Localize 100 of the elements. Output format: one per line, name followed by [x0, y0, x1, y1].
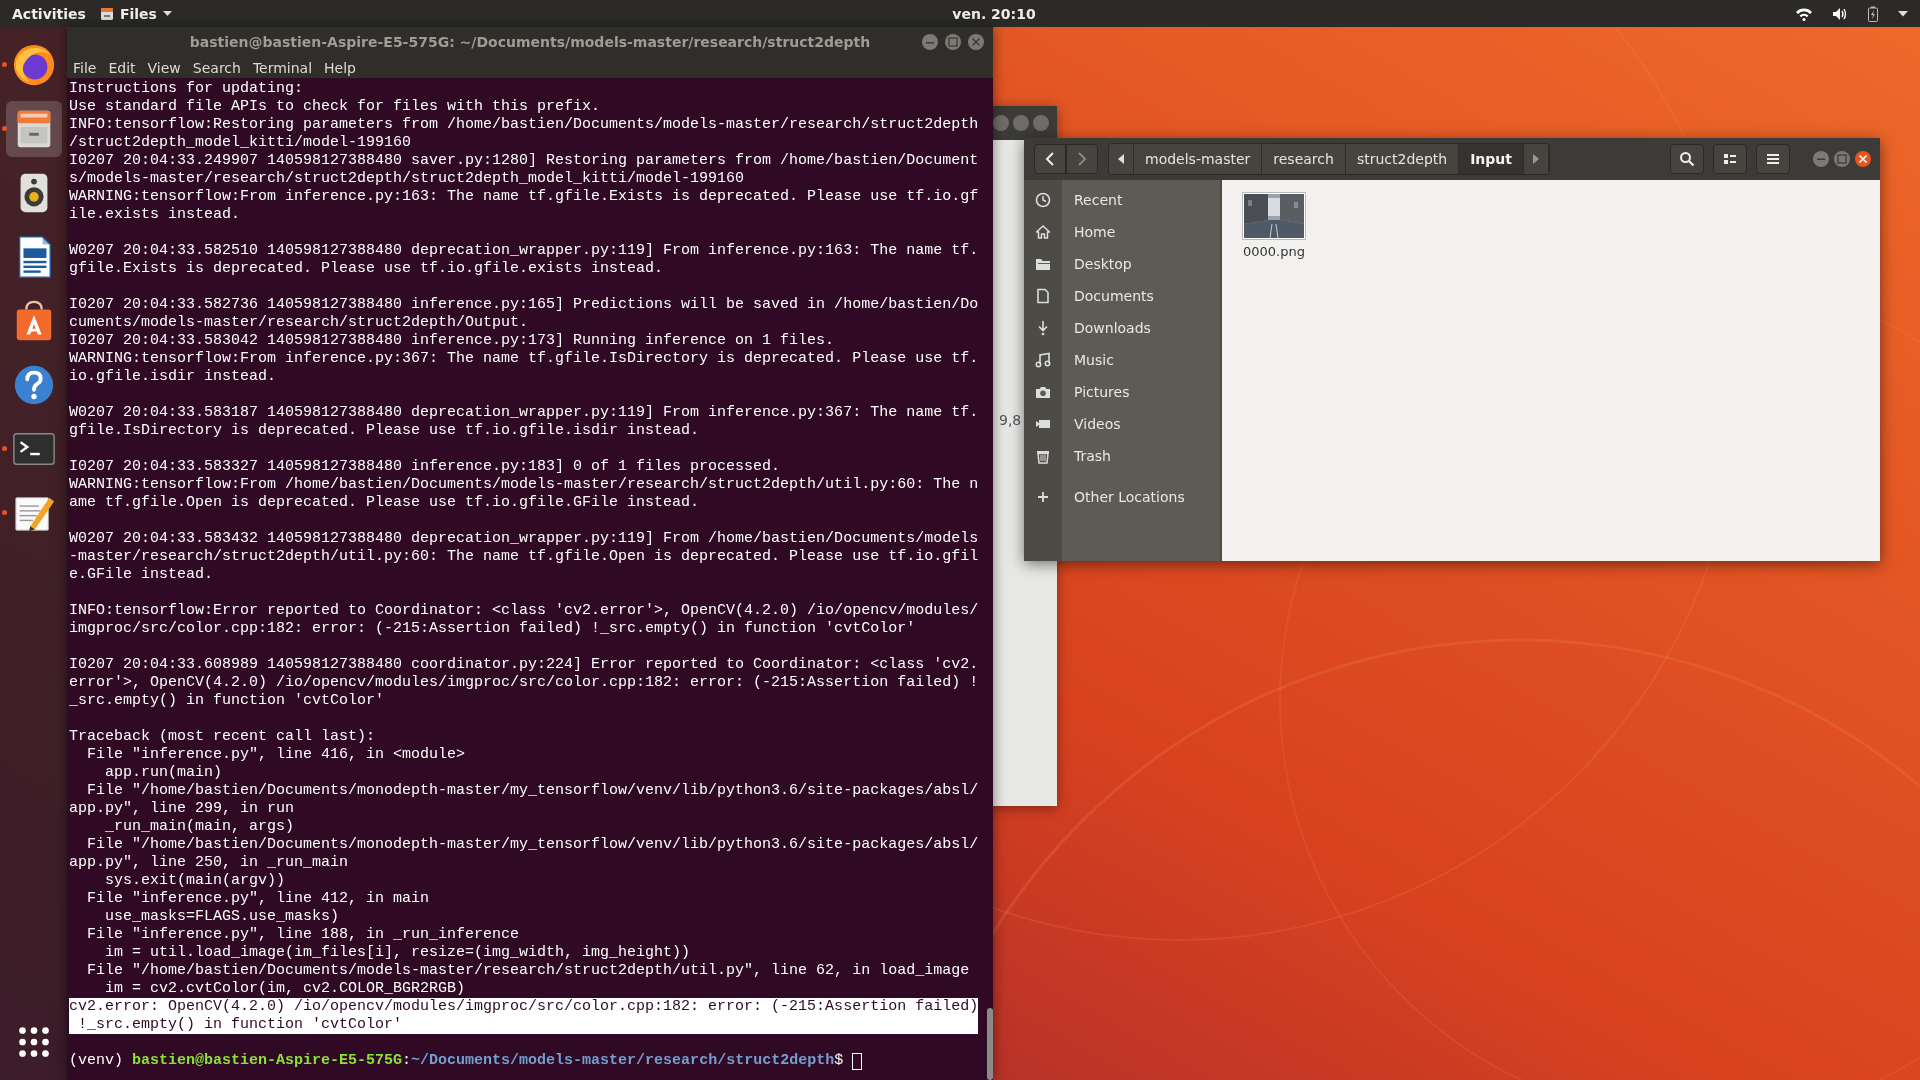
terminal-line: File "inference.py", line 188, in _run_inference [86, 926, 521, 944]
scroll-right-button[interactable] [1524, 144, 1549, 174]
terminal-line: I0207 20:04:33.583327 140598127388480 inference.py:183] 0 of 1 files processed. [69, 458, 782, 476]
terminal-line: W0207 20:04:33.582510 140598127388480 deprecation_wrapper.py:119] From inference.py:163: The name tf. [69, 242, 978, 260]
triangle-right-icon [1533, 154, 1539, 164]
terminal-line: Instructions for updating: [69, 80, 305, 98]
caret-icon [162, 10, 172, 17]
terminal-line: _run_main(main, args) [104, 818, 296, 836]
path-segment[interactable]: Input [1459, 144, 1524, 174]
search-icon [1679, 151, 1695, 167]
camera-icon [1035, 384, 1051, 400]
selected-text: !_src.empty() in function 'cvtColor' [69, 1016, 978, 1034]
terminal-line: I0207 20:04:33.249907 140598127388480 saver.py:1280] Restoring parameters from /home/bastien/Document [69, 152, 978, 170]
chevron-right-icon [1077, 152, 1087, 166]
plus-icon [1035, 489, 1051, 505]
window-title: bastien@bastien-Aspire-E5-575G: ~/Documents/models-master/research/struct2depth [189, 34, 871, 50]
sidebar-item[interactable]: Trash [1024, 440, 1220, 472]
terminal-line: cuments/models-master/research/struct2depth/Output. [69, 314, 530, 332]
clock-icon [1035, 192, 1051, 208]
sidebar-item[interactable]: Music [1024, 344, 1220, 376]
activities-button[interactable]: Activities [12, 5, 86, 22]
terminal-line: gfile.IsDirectory is deprecated. Please use tf.io.gfile.isdir instead. [69, 422, 701, 440]
terminal-line: app.py", line 299, in run [69, 800, 296, 818]
terminal-line: INFO:tensorflow:Error reported to Coordinator: <class 'cv2.error'>, OpenCV(4.2.0) /io/opencv/modules/ [69, 602, 978, 620]
dock-item[interactable] [5, 101, 62, 157]
terminal-line: use_masks=FLAGS.use_masks) [104, 908, 341, 926]
path-segment[interactable]: struct2depth [1345, 144, 1460, 174]
menu-item[interactable]: View [147, 59, 181, 76]
folder-icon [1035, 256, 1051, 272]
volume-icon[interactable] [1832, 6, 1848, 21]
path-segment[interactable]: research [1262, 144, 1346, 174]
sidebar-item[interactable]: Downloads [1024, 312, 1220, 344]
terminal-line: File "/home/bastien/Documents/models-master/research/struct2depth/util.py", line 62, in load_image [86, 962, 971, 980]
terminal-line: File "/home/bastien/Documents/monodepth-master/my_tensorflow/venv/lib/python3.6/site-packages/absl/ [86, 836, 978, 854]
clock[interactable]: ven. 20:10 [884, 5, 1036, 22]
wifi-icon[interactable] [1796, 6, 1812, 21]
file-cabinet-icon [99, 6, 114, 21]
view-button[interactable] [1713, 144, 1747, 174]
maximize-button[interactable] [944, 33, 962, 51]
sidebar-item[interactable]: Documents [1024, 280, 1220, 312]
triangle-left-icon [1118, 154, 1124, 164]
scrollbar-thumb[interactable] [987, 1008, 993, 1080]
minimize-button[interactable] [1812, 150, 1830, 168]
terminal-line: INFO:tensorflow:Restoring parameters from /home/bastien/Documents/models-master/research/struct2depth [69, 116, 978, 134]
menu-item[interactable]: File [73, 59, 97, 76]
sidebar-item[interactable]: Pictures [1024, 376, 1220, 408]
terminal-line: I0207 20:04:33.583042 140598127388480 inference.py:173] Running inference on 1 files. [69, 332, 836, 350]
terminal-line: W0207 20:04:33.583187 140598127388480 deprecation_wrapper.py:119] From inference.py:367: The name tf. [69, 404, 978, 422]
terminal-line: /struct2depth_model_kitti/model-199160 [69, 134, 413, 152]
file-size: 9,8 [999, 412, 1022, 428]
sidebar-item[interactable]: Videos [1024, 408, 1220, 440]
terminal-line: sys.exit(main(argv)) [104, 872, 287, 890]
sidebar-item[interactable]: Home [1024, 216, 1220, 248]
minimize-button[interactable] [993, 115, 1009, 131]
selected-text: cv2.error: OpenCV(4.2.0) /io/opencv/modules/imgproc/src/color.cpp:182: error: (-215:Assertion failed) [69, 998, 978, 1016]
chevron-left-icon [1045, 152, 1055, 166]
terminal-line: ile.exists instead. [69, 206, 242, 224]
sidebar-item[interactable]: Other Locations [1024, 481, 1220, 513]
terminal-line: I0207 20:04:33.582736 140598127388480 inference.py:165] Predictions will be saved in /home/bastien/Do [69, 296, 978, 314]
list-view-icon [1722, 151, 1738, 167]
menu-item[interactable]: Help [324, 59, 356, 76]
terminal-line: _src.empty() in function 'cvtColor' [69, 692, 386, 710]
terminal-line: WARNING:tensorflow:From inference.py:163: The name tf.gfile.Exists is deprecated. Please use tf.io.gf [69, 188, 978, 206]
minimize-button[interactable] [921, 33, 939, 51]
menu-item[interactable]: Search [192, 59, 241, 76]
menu-icon [1765, 151, 1781, 167]
music-note-icon [1035, 352, 1051, 368]
scroll-left-button[interactable] [1109, 144, 1134, 174]
terminal-line: WARNING:tensorflow:From /home/bastien/Documents/models-master/research/struct2depth/util.py:60: The n [69, 476, 978, 494]
terminal-line: WARNING:tensorflow:From inference.py:367: The name tf.gfile.IsDirectory is deprecated. Please use tf. [69, 350, 978, 368]
app-menu-button[interactable]: Files [95, 3, 176, 24]
text-cursor [852, 1052, 863, 1070]
terminal-line: File "inference.py", line 412, in main [86, 890, 431, 908]
terminal-line: Traceback (most recent call last): [69, 728, 377, 746]
close-button[interactable] [1854, 150, 1872, 168]
sidebar-item[interactable]: Desktop [1024, 248, 1220, 280]
search-button[interactable] [1670, 144, 1704, 174]
forward-button[interactable] [1066, 144, 1098, 174]
home-icon [1035, 224, 1051, 240]
path-segment[interactable]: models-master [1134, 144, 1263, 174]
sidebar-item[interactable]: Recent [1024, 184, 1220, 216]
terminal-line: s/models-master/research/struct2depth/struct2depth_model_kitti/model-199160 [69, 170, 746, 188]
terminal-line: W0207 20:04:33.583432 140598127388480 deprecation_wrapper.py:119] From /home/bastien/Documents/models [69, 530, 978, 548]
terminal-line: I0207 20:04:33.608989 140598127388480 coordinator.py:224] Error reported to Coordinator: <class 'cv2. [69, 656, 978, 674]
battery-icon[interactable] [1868, 5, 1878, 22]
terminal-line: File "/home/bastien/Documents/monodepth-master/my_tensorflow/venv/lib/python3.6/site-packages/absl/ [86, 782, 978, 800]
menu-item[interactable]: Terminal [252, 59, 313, 76]
back-button[interactable] [1034, 144, 1066, 174]
menu-item[interactable]: Edit [108, 59, 136, 76]
terminal-line: im = cv2.cvtColor(im, cv2.COLOR_BGR2RGB) [104, 980, 467, 998]
trash-icon [1035, 448, 1051, 464]
terminal-line: Use standard file APIs to check for files with this prefix. [69, 98, 602, 116]
prompt-text: (venv) bastien@bastien-Aspire-E5-575G:~/Documents/models-master/research/struct2depth$ [69, 1052, 845, 1070]
terminal-line: e.GFile instead. [69, 566, 215, 584]
caret-icon[interactable] [1898, 10, 1908, 17]
document-icon [1035, 288, 1051, 304]
terminal-line: imgproc/src/color.cpp:182: error: (-215:Assertion failed) !_src.empty() in function 'cvtColor' [69, 620, 917, 638]
menu-button[interactable] [1756, 144, 1790, 174]
terminal-line: io.gfile.isdir instead. [69, 368, 278, 386]
terminal-line: -master/research/struct2depth/util.py:60: The name tf.gfile.Open is deprecated. Please use tf.io.gfil [69, 548, 978, 566]
